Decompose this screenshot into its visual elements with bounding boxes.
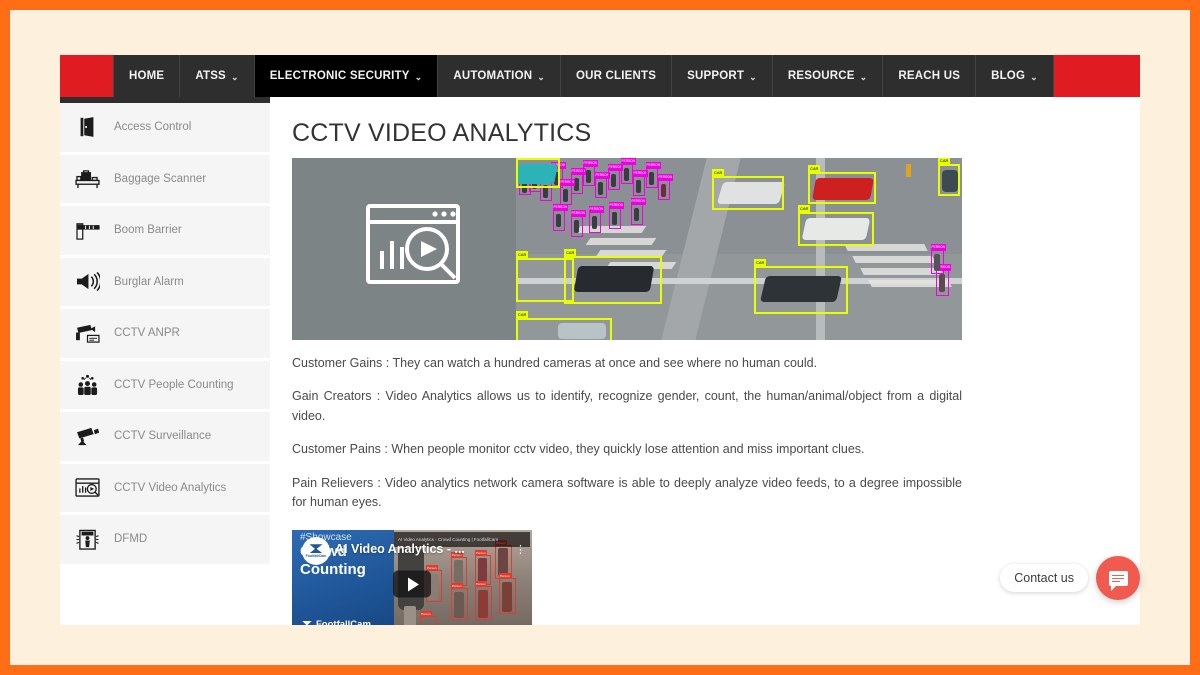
sidebar-item-access-control[interactable]: Access Control [60, 103, 270, 155]
page-frame: HOME ATSS ⌄ ELECTRONIC SECURITY ⌄ AUTOMATION ⌄… [10, 10, 1190, 665]
body-paragraph: Customer Gains : They can watch a hundre… [292, 356, 818, 370]
footfallcam-mark-icon [302, 620, 312, 625]
body-paragraphs: Customer Gains : They can watch a hundre… [292, 354, 1140, 512]
video-analytics-icon [72, 473, 102, 503]
sidebar-item-burglar-alarm[interactable]: Burglar Alarm [60, 257, 270, 309]
sidebar-item-label: Boom Barrier [114, 224, 182, 237]
hero-banner [292, 158, 962, 340]
video-embed[interactable]: AI Video Analytics - Crowd Counting | Fo… [292, 530, 532, 625]
video-analytics-window-icon [365, 203, 461, 285]
baggage-scanner-icon [72, 164, 102, 194]
content-panel: ELECTRONIC SECURITY Access ControlBaggag… [60, 97, 1140, 625]
video-brand: FootfallCam [302, 619, 371, 625]
nav-item-home[interactable]: HOME [113, 55, 181, 97]
nav-item-label: ATSS [195, 70, 226, 82]
sidebar: ELECTRONIC SECURITY Access ControlBaggag… [60, 97, 270, 625]
cctv-camera-icon [72, 421, 102, 451]
sidebar-item-label: CCTV Video Analytics [114, 481, 227, 494]
sidebar-item-label: Burglar Alarm [114, 275, 184, 288]
sidebar-item-baggage-scanner[interactable]: Baggage Scanner [60, 154, 270, 206]
alarm-horn-icon [72, 267, 102, 297]
sidebar-item-dfmd[interactable]: DFMD [60, 515, 270, 567]
body-paragraph: Customer Pains : When people monitor cct… [292, 442, 865, 457]
body-paragraph: Pain Relievers : Video analytics network… [292, 475, 962, 509]
nav-item-resource[interactable]: RESOURCE ⌄ [772, 55, 884, 97]
body-paragraph: Gain Creators : Video Analytics allows u… [292, 389, 962, 423]
video-brand-text: FootfallCam [316, 619, 371, 625]
sidebar-item-cctv-anpr[interactable]: CCTV ANPR [60, 309, 270, 361]
nav-item-label: HOME [129, 70, 165, 82]
sidebar-item-cctv-people-counting[interactable]: CCTV People Counting [60, 360, 270, 412]
door-icon [72, 112, 102, 142]
sidebar-item-label: DFMD [114, 533, 148, 546]
nav-item-our-clients[interactable]: OUR CLIENTS [560, 55, 673, 97]
sidebar-item-cctv-video-analytics[interactable]: CCTV Video Analytics [60, 463, 270, 515]
sidebar-list: Access Control Baggage Scanner Boom Barrie… [60, 103, 270, 567]
main-navigation[interactable]: HOME ATSS ⌄ ELECTRONIC SECURITY ⌄ AUTOMATION ⌄… [113, 55, 1054, 97]
chevron-down-icon: ⌄ [230, 71, 239, 82]
metal-detector-icon [72, 524, 102, 554]
chevron-down-icon: ⌄ [414, 71, 423, 82]
chat-bubble-icon[interactable] [1096, 556, 1140, 600]
page-title: CCTV VIDEO ANALYTICS [292, 119, 592, 147]
detection-photo [516, 158, 962, 340]
nav-item-label: RESOURCE [787, 70, 855, 82]
main-content: CCTV VIDEO ANALYTICS PERSON PERSON PERSO… [292, 97, 1140, 625]
nav-item-electronic-security[interactable]: ELECTRONIC SECURITY ⌄ [254, 55, 439, 97]
sidebar-item-label: Baggage Scanner [114, 172, 207, 185]
boom-barrier-icon [72, 215, 102, 245]
nav-item-atss[interactable]: ATSS ⌄ [180, 55, 255, 97]
play-icon[interactable] [393, 570, 431, 598]
video-overlay-title: AI Video Analytics - ... [335, 542, 465, 557]
nav-item-automation[interactable]: AUTOMATION ⌄ [438, 55, 561, 97]
chevron-down-icon: ⌄ [859, 71, 868, 82]
contact-us-label[interactable]: Contact us [1000, 564, 1088, 592]
nav-item-blog[interactable]: BLOG ⌄ [976, 55, 1054, 97]
nav-item-label: BLOG [991, 70, 1026, 82]
sidebar-item-label: CCTV Surveillance [114, 430, 212, 443]
nav-item-label: SUPPORT [687, 70, 745, 82]
sidebar-item-label: CCTV People Counting [114, 378, 234, 391]
nav-item-label: AUTOMATION [453, 70, 533, 82]
chevron-down-icon: ⌄ [537, 71, 545, 82]
sidebar-item-cctv-surveillance[interactable]: CCTV Surveillance [60, 412, 270, 464]
nav-item-support[interactable]: SUPPORT ⌄ [672, 55, 773, 97]
nav-item-reach-us[interactable]: REACH US [883, 55, 977, 97]
chat-widget[interactable]: Contact us [1000, 556, 1140, 600]
nav-item-label: ELECTRONIC SECURITY [269, 70, 410, 82]
people-counting-icon [72, 370, 102, 400]
nav-item-label: REACH US [898, 70, 961, 82]
anpr-camera-icon [72, 318, 102, 348]
sidebar-item-label: Access Control [114, 121, 192, 134]
footfallcam-logo-text: FootfallCam [305, 554, 327, 559]
kebab-menu-icon[interactable]: ⋮ [515, 545, 526, 556]
sidebar-item-label: CCTV ANPR [114, 327, 180, 340]
chevron-down-icon: ⌄ [1030, 71, 1038, 82]
nav-item-label: OUR CLIENTS [575, 70, 657, 82]
sidebar-item-boom-barrier[interactable]: Boom Barrier [60, 206, 270, 258]
chevron-down-icon: ⌄ [749, 71, 757, 82]
